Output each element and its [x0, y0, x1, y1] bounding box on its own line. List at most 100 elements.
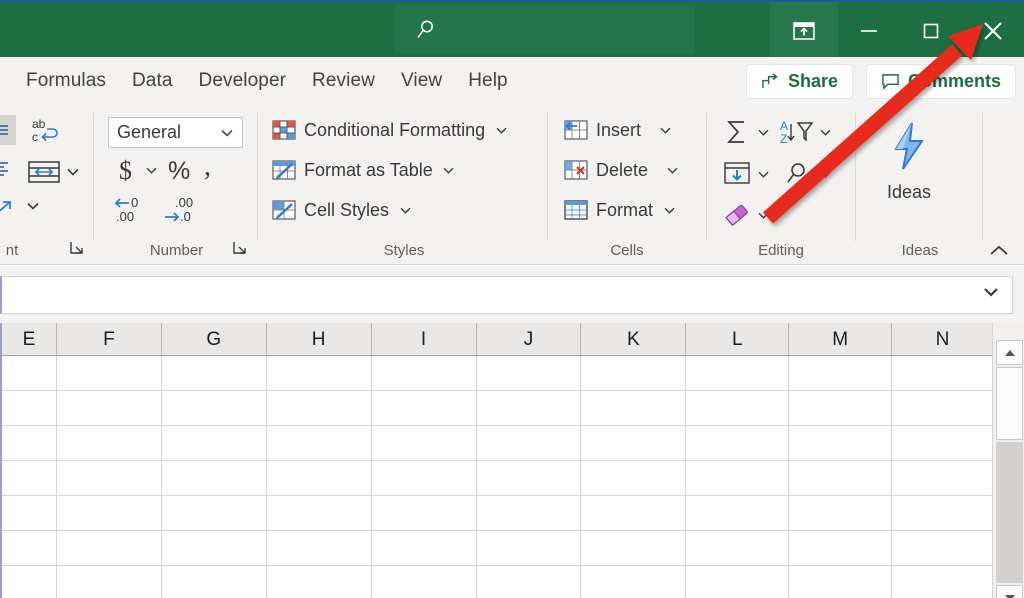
- clear-button[interactable]: [720, 199, 754, 231]
- grid-cell[interactable]: [57, 531, 162, 566]
- chevron-down-icon[interactable]: [440, 166, 458, 175]
- grid-cell[interactable]: [477, 566, 582, 598]
- chevron-down-icon[interactable]: [663, 166, 681, 175]
- grid-cell[interactable]: [581, 461, 686, 496]
- alignment-more-chevron[interactable]: [24, 201, 42, 211]
- vertical-scrollbar[interactable]: [992, 323, 1024, 598]
- grid-cell[interactable]: [267, 356, 372, 391]
- grid-cell[interactable]: [57, 391, 162, 426]
- column-header-k[interactable]: K: [581, 323, 686, 356]
- column-header-l[interactable]: L: [686, 323, 789, 356]
- grid-cell[interactable]: [892, 356, 994, 391]
- sort-and-filter-chevron[interactable]: [816, 128, 834, 137]
- grid-cell[interactable]: [581, 426, 686, 461]
- collapse-ribbon-button[interactable]: [988, 244, 1010, 258]
- align-left-button[interactable]: [0, 153, 16, 183]
- grid-cell[interactable]: [372, 426, 477, 461]
- chevron-down-icon[interactable]: [656, 126, 674, 135]
- grid-cell[interactable]: [581, 496, 686, 531]
- grid-cell[interactable]: [892, 496, 994, 531]
- chevron-down-icon[interactable]: [492, 126, 510, 135]
- alignment-dialog-launcher[interactable]: [68, 239, 86, 257]
- insert-cells-button[interactable]: Insert: [563, 117, 674, 143]
- formula-input[interactable]: [0, 276, 1013, 314]
- grid-cell[interactable]: [686, 391, 789, 426]
- tab-view[interactable]: View: [401, 64, 442, 98]
- grid-cell[interactable]: [267, 461, 372, 496]
- scroll-up-button[interactable]: [996, 340, 1023, 365]
- grid-cell[interactable]: [162, 356, 267, 391]
- maximize-button[interactable]: [900, 2, 962, 59]
- close-button[interactable]: [962, 2, 1024, 59]
- grid-cell[interactable]: [57, 356, 162, 391]
- grid-cell[interactable]: [372, 356, 477, 391]
- grid-cell[interactable]: [789, 461, 892, 496]
- grid-cell[interactable]: [477, 356, 582, 391]
- expand-formula-bar-button[interactable]: [982, 286, 1000, 298]
- grid-cell[interactable]: [477, 496, 582, 531]
- ideas-button[interactable]: Ideas: [877, 121, 941, 203]
- wrap-text-button[interactable]: ab c: [28, 113, 62, 147]
- clear-chevron[interactable]: [754, 211, 772, 220]
- grid-cell[interactable]: [162, 531, 267, 566]
- tab-help[interactable]: Help: [468, 64, 507, 98]
- grid-cell[interactable]: [789, 531, 892, 566]
- grid-cell[interactable]: [57, 566, 162, 598]
- column-header-e[interactable]: E: [2, 323, 57, 356]
- grid-cell[interactable]: [789, 391, 892, 426]
- grid-cell[interactable]: [686, 356, 789, 391]
- grid-body[interactable]: [2, 356, 994, 598]
- delete-cells-button[interactable]: Delete: [563, 157, 681, 183]
- chevron-down-icon[interactable]: [660, 206, 678, 215]
- tab-developer[interactable]: Developer: [199, 64, 287, 98]
- format-as-table-button[interactable]: Format as Table: [271, 157, 458, 183]
- column-header-g[interactable]: G: [162, 323, 267, 356]
- grid-cell[interactable]: [162, 461, 267, 496]
- column-header-h[interactable]: H: [267, 323, 372, 356]
- tab-review[interactable]: Review: [312, 64, 375, 98]
- grid-cell[interactable]: [267, 531, 372, 566]
- align-middle-button[interactable]: [0, 115, 16, 145]
- percent-format-button[interactable]: %: [162, 153, 196, 187]
- grid-cell[interactable]: [477, 391, 582, 426]
- grid-cell[interactable]: [581, 356, 686, 391]
- grid-cell[interactable]: [162, 496, 267, 531]
- grid-cell[interactable]: [2, 531, 57, 566]
- grid-cell[interactable]: [2, 426, 57, 461]
- grid-cell[interactable]: [477, 426, 582, 461]
- conditional-formatting-button[interactable]: Conditional Formatting: [271, 117, 510, 143]
- grid-cell[interactable]: [162, 426, 267, 461]
- merge-and-center-button[interactable]: [24, 155, 82, 189]
- autosum-button[interactable]: [720, 115, 754, 149]
- merge-and-center-chevron[interactable]: [64, 167, 82, 177]
- grid-cell[interactable]: [162, 566, 267, 598]
- autosum-chevron[interactable]: [754, 128, 772, 137]
- find-and-select-chevron[interactable]: [816, 170, 834, 179]
- grid-cell[interactable]: [789, 356, 892, 391]
- grid-cell[interactable]: [686, 461, 789, 496]
- column-header-j[interactable]: J: [477, 323, 582, 356]
- grid-cell[interactable]: [372, 496, 477, 531]
- grid-cell[interactable]: [267, 391, 372, 426]
- grid-cell[interactable]: [686, 531, 789, 566]
- grid-cell[interactable]: [2, 496, 57, 531]
- sort-and-filter-button[interactable]: A Z: [778, 115, 816, 149]
- grid-cell[interactable]: [267, 496, 372, 531]
- grid-cell[interactable]: [686, 426, 789, 461]
- grid-cell[interactable]: [57, 426, 162, 461]
- comma-style-button[interactable]: ,: [198, 153, 222, 187]
- column-header-n[interactable]: N: [892, 323, 994, 356]
- grid-cell[interactable]: [581, 566, 686, 598]
- minimize-button[interactable]: [838, 2, 900, 59]
- grid-cell[interactable]: [57, 461, 162, 496]
- scrollbar-track[interactable]: [996, 442, 1023, 583]
- grid-cell[interactable]: [686, 496, 789, 531]
- share-button[interactable]: Share: [746, 64, 853, 99]
- search-icon[interactable]: [408, 13, 444, 47]
- currency-chevron[interactable]: [142, 166, 160, 175]
- tab-data[interactable]: Data: [132, 64, 173, 98]
- cell-styles-button[interactable]: Cell Styles: [271, 197, 414, 223]
- grid-cell[interactable]: [477, 531, 582, 566]
- grid-cell[interactable]: [372, 391, 477, 426]
- grid-cell[interactable]: [57, 496, 162, 531]
